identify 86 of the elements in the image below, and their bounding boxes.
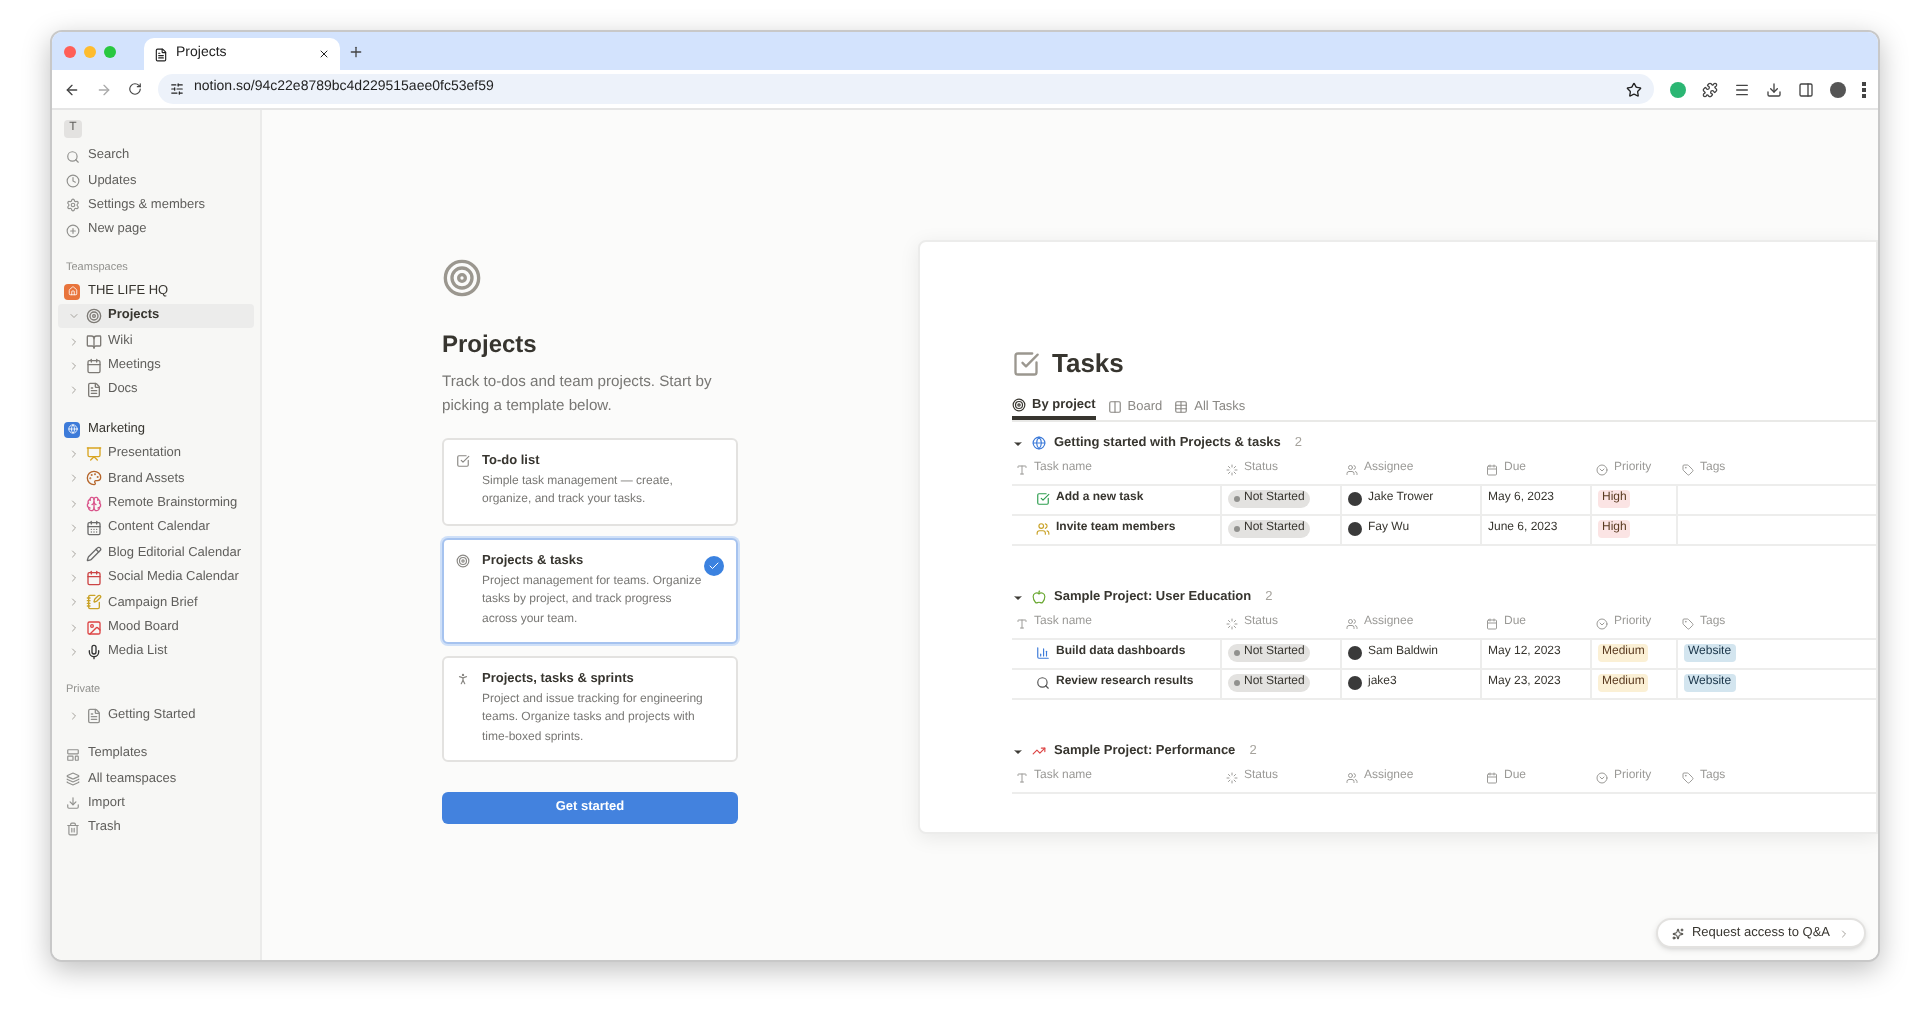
chevron-icon xyxy=(1838,927,1850,939)
menu-item-icon xyxy=(66,771,80,786)
page-icon xyxy=(86,707,102,724)
page-icon xyxy=(86,382,102,399)
close-window-icon[interactable] xyxy=(64,45,76,57)
close-tab-icon[interactable] xyxy=(318,48,330,60)
task-icon xyxy=(1036,646,1050,660)
avatar xyxy=(1348,676,1362,690)
menu-item-icon xyxy=(66,198,80,213)
view-icon xyxy=(1174,400,1189,414)
page-title: Projects xyxy=(442,328,539,362)
new-tab-icon[interactable] xyxy=(348,43,364,59)
column-type-icon xyxy=(1682,771,1694,783)
checkbox-icon xyxy=(1012,349,1040,378)
page-icon xyxy=(86,495,102,512)
reload-icon[interactable] xyxy=(128,82,142,96)
column-type-icon xyxy=(1682,463,1694,475)
group-icon xyxy=(1032,744,1046,758)
menu-item-icon xyxy=(66,796,80,811)
download-icon[interactable] xyxy=(1766,81,1782,97)
teamspace-icon xyxy=(64,421,80,438)
page-icon xyxy=(86,570,102,587)
task-icon xyxy=(1036,492,1050,506)
column-type-icon xyxy=(1016,617,1028,629)
template-icon xyxy=(456,672,470,686)
column-type-icon xyxy=(1226,617,1238,629)
column-type-icon xyxy=(1016,463,1028,475)
bookmark-star-icon[interactable] xyxy=(1626,81,1642,97)
forward-icon[interactable] xyxy=(96,81,112,97)
preview-title: Tasks xyxy=(1052,346,1124,382)
page-icon xyxy=(86,594,102,611)
avatar xyxy=(1348,522,1362,536)
collapse-caret-icon[interactable] xyxy=(1012,437,1024,449)
group-icon xyxy=(1032,590,1046,604)
side-panel-icon[interactable] xyxy=(1798,81,1814,97)
task-icon xyxy=(1036,676,1050,690)
menu-item-icon xyxy=(66,149,80,164)
avatar xyxy=(1348,492,1362,506)
group-icon xyxy=(1032,436,1046,450)
page-icon xyxy=(86,357,102,374)
column-type-icon xyxy=(1226,463,1238,475)
column-type-icon xyxy=(1596,771,1608,783)
extension-icon[interactable] xyxy=(1670,81,1686,97)
view-icon xyxy=(1107,400,1122,414)
column-type-icon xyxy=(1346,617,1358,629)
chevron-icon[interactable] xyxy=(68,709,80,722)
extensions-icon[interactable] xyxy=(1702,81,1718,97)
menu-item-icon xyxy=(66,821,80,836)
view-icon xyxy=(1012,398,1026,412)
page-icon xyxy=(86,333,102,350)
page-icon xyxy=(86,520,102,537)
menu-item-icon xyxy=(66,223,80,238)
teamspace-icon xyxy=(64,283,80,300)
avatar xyxy=(1348,646,1362,660)
column-type-icon xyxy=(1596,463,1608,475)
menu-item-icon xyxy=(66,747,80,761)
page-icon xyxy=(86,644,102,661)
column-type-icon xyxy=(1346,463,1358,475)
page-icon xyxy=(86,619,102,636)
column-type-icon xyxy=(1682,617,1694,629)
page-icon xyxy=(86,308,102,325)
maximize-window-icon[interactable] xyxy=(104,45,116,57)
column-type-icon xyxy=(1486,463,1498,475)
column-type-icon xyxy=(1346,771,1358,783)
column-type-icon xyxy=(1486,617,1498,629)
minimize-window-icon[interactable] xyxy=(84,45,96,57)
page-icon xyxy=(86,446,102,463)
column-type-icon xyxy=(1226,771,1238,783)
column-type-icon xyxy=(1596,617,1608,629)
column-type-icon xyxy=(1486,771,1498,783)
target-icon xyxy=(442,258,482,298)
site-settings-icon[interactable] xyxy=(170,82,184,96)
page-icon xyxy=(86,470,102,487)
template-icon xyxy=(456,553,470,568)
collapse-caret-icon[interactable] xyxy=(1012,591,1024,603)
menu-item-icon xyxy=(66,174,80,189)
template-icon xyxy=(456,454,470,468)
sparkles-icon xyxy=(1671,927,1684,939)
back-icon[interactable] xyxy=(64,81,80,97)
profile-avatar[interactable] xyxy=(1830,81,1846,97)
page-favicon-icon xyxy=(154,47,168,61)
column-type-icon xyxy=(1016,771,1028,783)
collapse-caret-icon[interactable] xyxy=(1012,745,1024,757)
page-icon xyxy=(86,545,102,562)
selected-check-icon xyxy=(704,555,724,576)
task-icon xyxy=(1036,522,1050,536)
